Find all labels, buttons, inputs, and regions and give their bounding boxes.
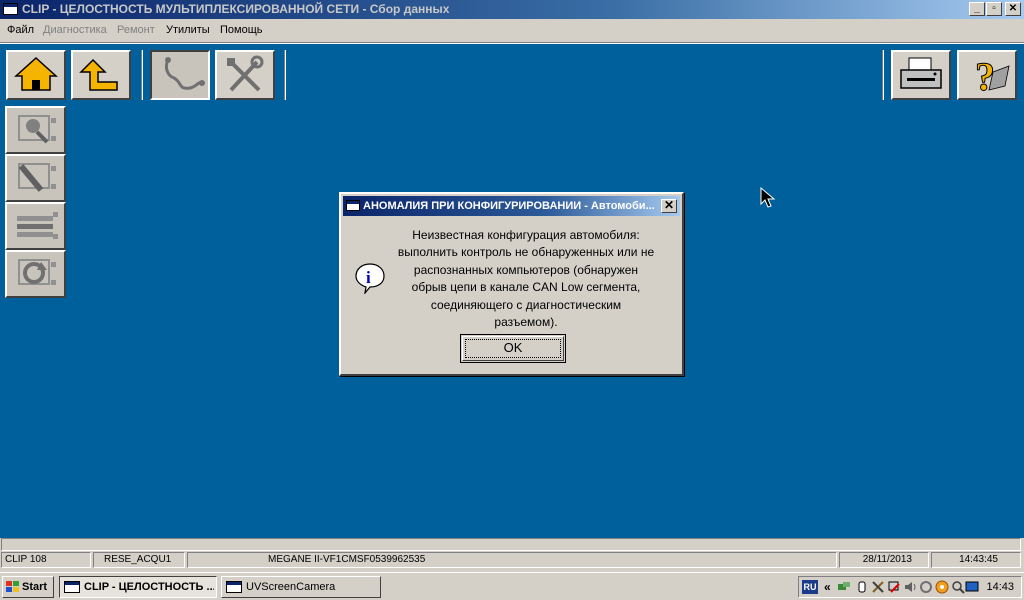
ok-button-label: OK xyxy=(465,339,561,358)
configuration-anomaly-dialog: АНОМАЛИЯ ПРИ КОНФИГУРИРОВАНИИ - Автомоби… xyxy=(339,192,684,376)
monitor-tray-icon[interactable] xyxy=(965,580,979,594)
tray-expand-chevron[interactable]: « xyxy=(824,580,831,594)
network-search-icon xyxy=(18,115,56,144)
network-refresh-icon xyxy=(18,259,56,285)
volume-tray-icon[interactable] xyxy=(903,580,917,594)
language-indicator[interactable]: RU xyxy=(802,580,818,594)
tools-button[interactable] xyxy=(215,50,275,100)
taskbar-item-label: UVScreenCamera xyxy=(246,581,336,593)
taskbar: Start CLIP - ЦЕЛОСТНОСТЬ ... UVScreenCam… xyxy=(0,572,1024,600)
start-button[interactable]: Start xyxy=(2,576,54,598)
toolbar-separator xyxy=(882,50,884,100)
menu-bar: Файл Диагностика Ремонт Утилиты Помощь xyxy=(0,19,1024,42)
stethoscope-icon xyxy=(164,57,205,90)
taskbar-item-uvscreencamera[interactable]: UVScreenCamera xyxy=(221,576,381,598)
dialog-title: АНОМАЛИЯ ПРИ КОНФИГУРИРОВАНИИ - Автомоби… xyxy=(363,200,655,212)
status-clip: CLIP 108 xyxy=(1,552,91,568)
dialog-message-line: соединяющего с диагностическим xyxy=(430,297,622,312)
help-button[interactable]: ? xyxy=(957,50,1017,100)
dialog-message: Неизвестная конфигурация автомобиля: вып… xyxy=(381,227,671,331)
side-tool-button-3[interactable] xyxy=(5,202,66,250)
connection-tray-icon[interactable] xyxy=(887,580,901,594)
app-window-icon xyxy=(226,581,242,593)
toolbar-separator xyxy=(284,50,286,100)
restore-button[interactable]: ▫ xyxy=(986,2,1002,16)
network-edit-icon xyxy=(18,163,56,192)
mouse-cursor-icon xyxy=(760,187,776,208)
dialog-close-button[interactable]: ✕ xyxy=(661,199,677,213)
dialog-message-line: обрыв цепи в канале CAN Low сегмента, xyxy=(411,280,641,295)
status-mode: RESE_ACQU1 xyxy=(93,552,185,568)
app-window-icon xyxy=(64,581,80,593)
menu-repair[interactable]: Ремонт xyxy=(117,24,155,36)
diagnostic-button[interactable] xyxy=(150,50,210,100)
window-icon xyxy=(3,3,18,15)
windows-logo-icon xyxy=(6,581,19,592)
search-tray-icon[interactable] xyxy=(951,580,965,594)
home-button[interactable] xyxy=(6,50,66,100)
tools-tray-icon[interactable] xyxy=(871,580,885,594)
print-button[interactable] xyxy=(891,50,951,100)
system-tray: RU « 14:43 xyxy=(798,576,1022,598)
toolbar-separator xyxy=(141,50,143,100)
menu-utilities[interactable]: Утилиты xyxy=(166,24,210,36)
status-date: 28/11/2013 xyxy=(839,552,929,568)
up-level-button[interactable] xyxy=(71,50,131,100)
status-vehicle: MEGANE II-VF1CMSF0539962535 xyxy=(187,552,837,568)
taskbar-item-clip[interactable]: CLIP - ЦЕЛОСТНОСТЬ ... xyxy=(59,576,217,598)
dialog-message-line: разъемом). xyxy=(494,315,558,330)
up-arrow-icon xyxy=(79,58,118,91)
media-tray-icon[interactable] xyxy=(935,580,949,594)
svg-text:i: i xyxy=(366,268,371,287)
side-tool-button-2[interactable] xyxy=(5,154,66,202)
network-bus-icon xyxy=(17,212,58,239)
side-tool-button-4[interactable] xyxy=(5,250,66,298)
dialog-titlebar[interactable]: АНОМАЛИЯ ПРИ КОНФИГУРИРОВАНИИ - Автомоби… xyxy=(343,196,680,216)
window-titlebar[interactable]: CLIP - ЦЕЛОСТНОСТЬ МУЛЬТИПЛЕКСИРОВАННОЙ … xyxy=(0,0,1024,19)
home-icon xyxy=(14,56,58,91)
ok-button[interactable]: OK xyxy=(460,334,566,363)
network-tray-icon[interactable] xyxy=(837,580,851,594)
status-area: CLIP 108 RESE_ACQU1 MEGANE II-VF1CMSF053… xyxy=(0,538,1024,572)
menu-help[interactable]: Помощь xyxy=(220,24,263,36)
minimize-button[interactable]: _ xyxy=(969,2,985,16)
dialog-message-line: выполнить контроль не обнаруженных или н… xyxy=(397,245,655,260)
message-bar xyxy=(1,538,1021,551)
tools-icon xyxy=(227,55,264,92)
status-time: 14:43:45 xyxy=(931,552,1021,568)
dialog-message-line: распознанных компьютеров (обнаружен xyxy=(413,262,639,277)
close-button[interactable]: ✕ xyxy=(1005,2,1021,16)
window-title: CLIP - ЦЕЛОСТНОСТЬ МУЛЬТИПЛЕКСИРОВАННОЙ … xyxy=(22,2,450,16)
taskbar-item-label: CLIP - ЦЕЛОСТНОСТЬ ... xyxy=(84,581,214,593)
side-tool-button-1[interactable] xyxy=(5,106,66,154)
printer-icon xyxy=(900,57,942,89)
start-label: Start xyxy=(22,581,48,593)
dialog-window-icon xyxy=(346,200,360,211)
menu-diagnostics[interactable]: Диагностика xyxy=(43,24,107,36)
dialog-message-line: Неизвестная конфигурация автомобиля: xyxy=(412,228,640,242)
usb-device-tray-icon[interactable] xyxy=(855,580,869,594)
taskbar-clock[interactable]: 14:43 xyxy=(986,581,1014,593)
sync-tray-icon[interactable] xyxy=(919,580,933,594)
menu-file[interactable]: Файл xyxy=(7,24,34,36)
help-icon: ? xyxy=(975,54,1010,98)
